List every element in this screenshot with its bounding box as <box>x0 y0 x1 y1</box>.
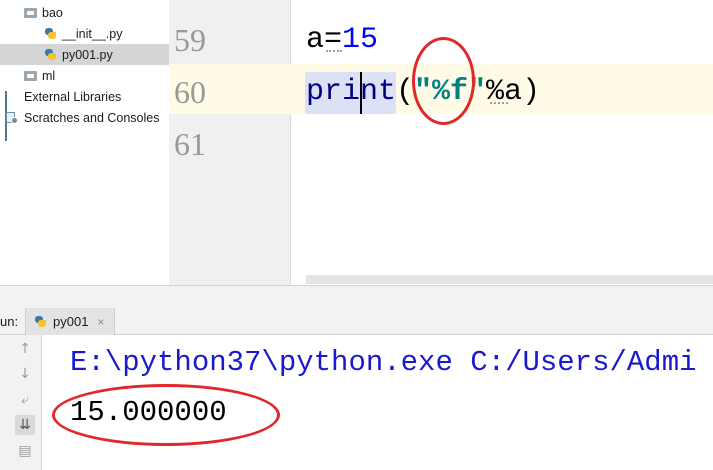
tree-item-label: ml <box>42 68 56 83</box>
scratches-icon <box>5 111 19 124</box>
print-icon[interactable]: ▤ <box>15 441 35 461</box>
run-panel-header: un: py001 × <box>0 308 713 335</box>
run-tab-py001[interactable]: py001 × <box>25 308 115 335</box>
panel-divider[interactable] <box>0 285 713 308</box>
python-file-icon <box>44 48 57 61</box>
console-command-line: E:\python37\python.exe C:/Users/Admi <box>70 346 697 379</box>
arrow-down-icon[interactable]: ↓ <box>15 364 35 384</box>
python-file-icon <box>34 315 47 328</box>
tree-item-scratches[interactable]: Scratches and Consoles <box>0 107 169 128</box>
python-file-icon <box>44 27 57 40</box>
horizontal-scrollbar[interactable] <box>306 275 713 284</box>
tree-item-label: External Libraries <box>24 89 122 104</box>
folder-icon <box>24 70 37 81</box>
close-icon[interactable]: × <box>97 315 104 329</box>
code-paren-close: ) <box>522 75 541 109</box>
folder-icon <box>24 7 37 18</box>
annotation-circle-format-spec <box>412 37 475 125</box>
run-toolbar: ↑ ↓ ⤶ ⇊ ▤ <box>0 335 42 470</box>
scroll-to-end-icon[interactable]: ⇊ <box>15 415 35 435</box>
tree-item-label: bao <box>42 5 63 20</box>
code-variable: a <box>306 23 325 57</box>
line-number: 60 <box>174 74 206 110</box>
arrow-up-icon[interactable]: ↑ <box>15 339 35 359</box>
line-number: 61 <box>174 126 206 162</box>
run-tab-label: py001 <box>53 314 89 329</box>
text-caret <box>360 72 362 114</box>
code-function: print <box>306 75 397 109</box>
tree-item-bao[interactable]: bao <box>0 2 169 23</box>
code-number: 15 <box>342 23 379 57</box>
tree-item-init-py[interactable]: __init__.py <box>0 23 169 44</box>
weak-warning-underline <box>326 48 342 52</box>
libraries-icon <box>5 91 19 141</box>
tree-item-py001[interactable]: py001.py <box>0 44 169 65</box>
weak-warning-underline <box>490 100 508 104</box>
tree-item-ml[interactable]: ml <box>0 65 169 86</box>
tree-item-label: Scratches and Consoles <box>24 110 160 125</box>
tree-item-external-libraries[interactable]: External Libraries <box>0 86 169 141</box>
tree-item-label: __init__.py <box>62 26 123 41</box>
code-line-59[interactable]: a=15 <box>306 20 378 60</box>
project-tree: bao __init__.py py001.py ml External Lib… <box>0 0 169 285</box>
annotation-circle-output <box>52 384 280 446</box>
soft-wrap-icon[interactable]: ⤶ <box>15 390 35 410</box>
run-label: un: <box>0 314 19 329</box>
line-number: 59 <box>174 22 206 58</box>
tree-item-label: py001.py <box>62 47 113 62</box>
